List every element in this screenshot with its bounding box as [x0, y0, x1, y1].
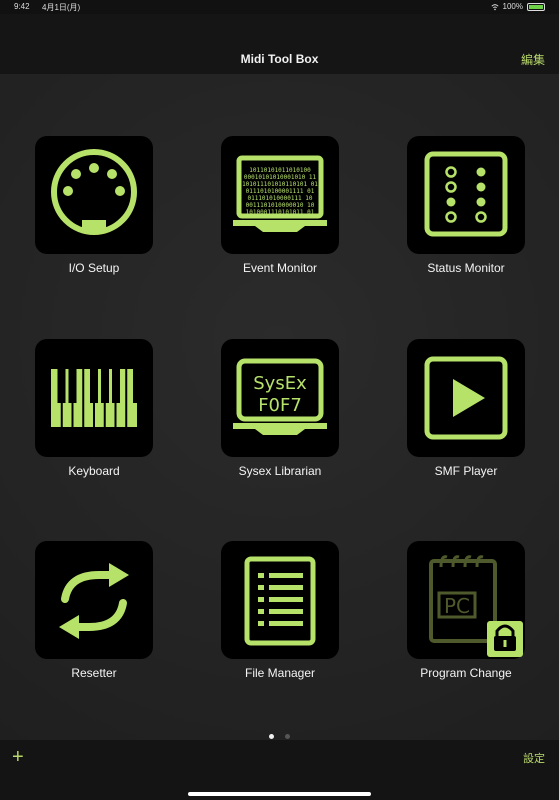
status-monitor-label: Status Monitor [427, 261, 505, 275]
tool-grid: I/O Setup 10110101011010100 000101010100… [0, 74, 559, 740]
status-date: 4月1日(月) [42, 3, 81, 12]
nav-bar: Midi Tool Box 編集 [0, 14, 559, 74]
binary-line-6: 0011101010000010 10 [246, 202, 315, 209]
page-dot-2[interactable] [284, 734, 290, 739]
io-setup-tile[interactable] [35, 136, 153, 254]
notepad-pc-icon: PC [429, 555, 523, 657]
io-setup-label: I/O Setup [68, 261, 120, 275]
pc-text: PC [444, 594, 470, 618]
file-manager-label: File Manager [244, 666, 316, 680]
program-change-tile[interactable]: PC [407, 541, 525, 659]
binary-line-7: 1010001110101011 01 [246, 209, 315, 216]
edit-button[interactable]: 編集 [521, 51, 545, 68]
binary-line-4: 0111010100001111 01 [246, 188, 315, 195]
settings-button[interactable]: 設定 [523, 750, 545, 766]
status-time: 9:42 [14, 2, 30, 11]
smf-player-label: SMF Player [434, 464, 498, 478]
bottom-bar: + 設定 [0, 740, 559, 800]
refresh-arrows-icon [59, 563, 129, 639]
play-icon [424, 356, 508, 440]
keyboard-label: Keyboard [68, 464, 120, 478]
file-list-icon [244, 556, 316, 646]
sysex-text: SysEx [253, 373, 307, 394]
sysex-librarian-label: Sysex Librarian [238, 464, 322, 478]
binary-line-5: 011101010000111 10 [247, 195, 312, 202]
status-lights-icon [424, 151, 508, 237]
monitor-binary-icon: 10110101011010100 00010101010001010 11 1… [233, 155, 327, 232]
battery-percent: 100% [502, 2, 523, 11]
wifi-icon [490, 3, 499, 10]
home-indicator [188, 792, 371, 796]
smf-player-tile[interactable] [407, 339, 525, 457]
page-title: Midi Tool Box [240, 52, 319, 66]
resetter-label: Resetter [71, 666, 117, 680]
f0f7-text: F0F7 [258, 395, 302, 416]
resetter-tile[interactable] [35, 541, 153, 659]
binary-line-3: 101011101010110101 01 [242, 181, 318, 188]
file-manager-tile[interactable] [221, 541, 339, 659]
event-monitor-tile[interactable]: 10110101011010100 00010101010001010 11 1… [221, 136, 339, 254]
binary-line-2: 00010101010001010 11 [244, 174, 317, 181]
add-icon[interactable]: + [12, 746, 24, 769]
midi-connector-icon [51, 149, 137, 235]
program-change-label: Program Change [420, 666, 512, 680]
status-bar: 9:42 4月1日(月) 100% [0, 0, 559, 14]
page-dot-1[interactable] [269, 734, 275, 739]
status-right: 100% [490, 2, 545, 11]
status-monitor-tile[interactable] [407, 136, 525, 254]
sysex-librarian-tile[interactable]: SysEx F0F7 [221, 339, 339, 457]
sysex-monitor-icon: SysEx F0F7 [233, 358, 327, 435]
keyboard-tile[interactable] [35, 339, 153, 457]
binary-line-1: 10110101011010100 [249, 167, 311, 174]
event-monitor-label: Event Monitor [242, 261, 318, 275]
battery-icon [527, 2, 545, 11]
piano-keys-icon [51, 369, 137, 427]
